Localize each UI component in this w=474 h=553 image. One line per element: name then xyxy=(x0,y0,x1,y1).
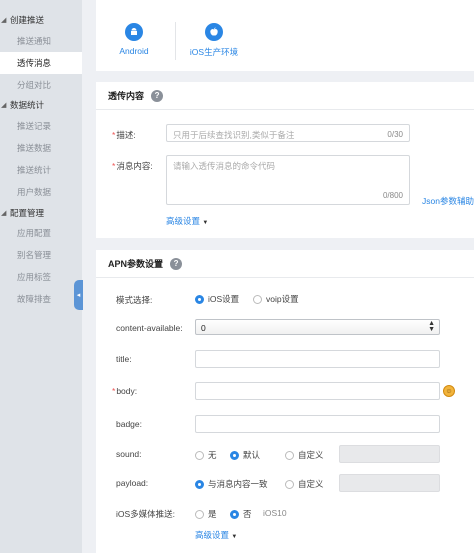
content-placeholder: 请输入透传消息的命令代码 xyxy=(173,161,276,171)
sound-custom-radio[interactable]: 自定义 xyxy=(285,449,324,461)
sidebar-item-alias[interactable]: 别名管理 xyxy=(0,244,82,266)
platform-ios[interactable]: iOS生产环境 xyxy=(184,23,244,58)
mode-voip-radio[interactable]: voip设置 xyxy=(253,293,299,305)
sidebar-item-app-config[interactable]: 应用配置 xyxy=(0,222,82,244)
content-textarea[interactable]: 请输入透传消息的命令代码 0/800 xyxy=(166,155,410,205)
sidebar-item-passthrough[interactable]: 透传消息 xyxy=(0,52,82,74)
sidebar-group-label: 配置管理 xyxy=(10,208,45,218)
sidebar-item-group-compare[interactable]: 分组对比 xyxy=(0,74,82,96)
sidebar-item-push-records[interactable]: 推送记录 xyxy=(0,115,82,137)
payload-custom-radio[interactable]: 自定义 xyxy=(285,478,324,490)
apn-advanced-settings-toggle[interactable]: 高级设置 ▼ xyxy=(195,529,237,541)
section-title: 透传内容 xyxy=(108,91,145,101)
payload-same-radio[interactable]: 与消息内容一致 xyxy=(195,478,268,490)
desc-counter: 0/30 xyxy=(387,130,403,139)
caret-down-icon: ▼ xyxy=(231,534,238,540)
sound-label: sound: xyxy=(116,449,142,459)
help-icon[interactable]: ? xyxy=(151,89,164,102)
platform-selector: Android iOS生产环境 xyxy=(96,0,474,71)
sidebar-collapse-handle[interactable]: ◂ xyxy=(74,280,83,310)
body-input[interactable] xyxy=(195,382,440,400)
multimedia-yes-radio[interactable]: 是 xyxy=(195,508,217,520)
badge-label: badge: xyxy=(116,419,143,429)
multimedia-label: iOS多媒体推送: xyxy=(116,509,176,519)
caret-down-icon: ▼ xyxy=(202,220,209,226)
sidebar: ◢ 创建推送 推送通知 透传消息 分组对比 ◢ 数据统计 推送记录 推送数据 推… xyxy=(0,0,83,553)
sidebar-group-label: 创建推送 xyxy=(10,15,45,25)
sound-none-radio[interactable]: 无 xyxy=(195,449,217,461)
apple-icon xyxy=(205,23,223,41)
title-input[interactable] xyxy=(195,350,440,368)
platform-android[interactable]: Android xyxy=(104,23,164,56)
required-mark: * xyxy=(112,130,116,140)
title-label: title: xyxy=(116,354,132,364)
content-label: *消息内容: xyxy=(112,161,153,171)
sidebar-item-user-data[interactable]: 用户数据 xyxy=(0,181,82,203)
sidebar-item-push-notice[interactable]: 推送通知 xyxy=(0,30,82,52)
select-arrow-icon: ▲ ▼ xyxy=(428,320,435,333)
divider xyxy=(175,22,176,60)
section-header: 透传内容 ? xyxy=(96,82,474,110)
sidebar-item-troubleshoot[interactable]: 故障排查 xyxy=(0,288,82,310)
caret-down-icon: ◢ xyxy=(1,102,7,109)
section-title: APN参数设置 xyxy=(108,259,164,269)
help-icon[interactable]: ? xyxy=(170,257,183,270)
apn-settings-section: APN参数设置 ? 模式选择: iOS设置 voip设置 content-ava… xyxy=(96,250,474,553)
sidebar-item-app-tags[interactable]: 应用标签 xyxy=(0,266,82,288)
platform-label: Android xyxy=(119,46,149,56)
section-header: APN参数设置 ? xyxy=(96,250,474,278)
desc-input[interactable]: 只用于后续查找识别,类似于备注 0/30 xyxy=(166,124,410,142)
advanced-settings-toggle[interactable]: 高级设置 ▼ xyxy=(166,215,208,227)
json-helper-link[interactable]: Json参数辅助 xyxy=(422,195,474,207)
required-mark: * xyxy=(112,386,116,396)
caret-down-icon: ◢ xyxy=(1,210,7,217)
sidebar-group-label: 数据统计 xyxy=(10,100,45,110)
payload-custom-input xyxy=(339,474,440,492)
mode-ios-radio[interactable]: iOS设置 xyxy=(195,293,239,305)
content-available-label: content-available: xyxy=(116,323,183,333)
emoji-icon[interactable]: ☺ xyxy=(443,385,455,397)
payload-label: payload: xyxy=(116,478,149,488)
android-icon xyxy=(125,23,143,41)
sidebar-item-push-stats[interactable]: 推送统计 xyxy=(0,159,82,181)
caret-down-icon: ◢ xyxy=(1,17,7,24)
sidebar-group-config[interactable]: ◢ 配置管理 xyxy=(0,204,44,222)
required-mark: * xyxy=(112,161,116,171)
chevron-left-icon: ◂ xyxy=(76,292,81,299)
multimedia-note: iOS10 xyxy=(263,508,287,518)
sound-custom-input xyxy=(339,445,440,463)
desc-label: *描述: xyxy=(112,130,136,140)
passthrough-content-section: 透传内容 ? *描述: 只用于后续查找识别,类似于备注 0/30 *消息内容: … xyxy=(96,82,474,238)
body-label: *body: xyxy=(112,386,138,396)
multimedia-no-radio[interactable]: 否 xyxy=(230,508,252,520)
desc-placeholder: 只用于后续查找识别,类似于备注 xyxy=(173,130,295,140)
sidebar-group-stats[interactable]: ◢ 数据统计 xyxy=(0,96,44,114)
badge-input[interactable] xyxy=(195,415,440,433)
sidebar-group-create[interactable]: ◢ 创建推送 xyxy=(0,11,44,29)
content-available-select[interactable]: 0 ▲ ▼ xyxy=(195,319,440,335)
platform-label: iOS生产环境 xyxy=(189,47,239,57)
content-counter: 0/800 xyxy=(382,191,403,200)
mode-label: 模式选择: xyxy=(116,295,153,305)
sidebar-item-push-data[interactable]: 推送数据 xyxy=(0,137,82,159)
sound-default-radio[interactable]: 默认 xyxy=(230,449,260,461)
